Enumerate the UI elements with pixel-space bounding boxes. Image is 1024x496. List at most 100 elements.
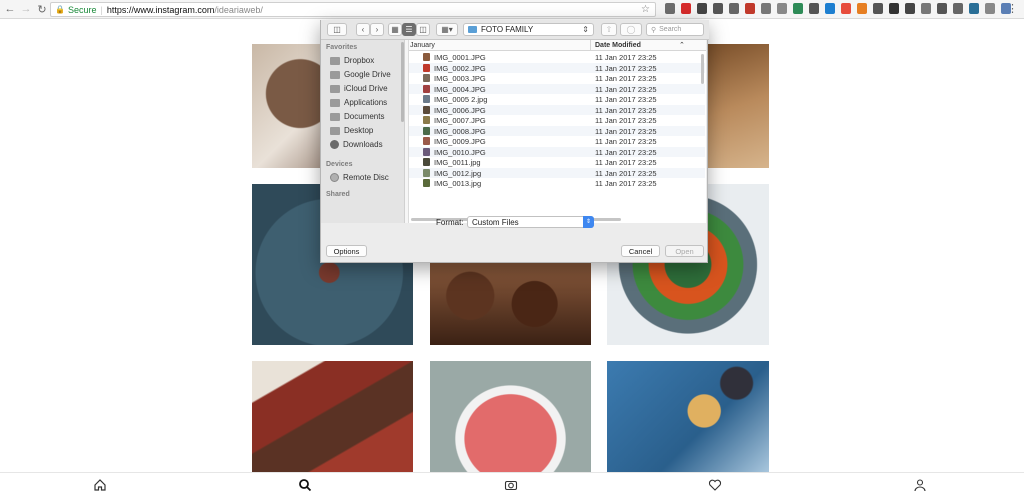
list-view-icon[interactable]: ☰	[402, 23, 416, 36]
extension-icon[interactable]	[665, 3, 675, 14]
pinterest-icon[interactable]	[681, 3, 691, 14]
file-list-row[interactable]: IMG_0005 2.jpg 11 Jan 2017 23:25	[409, 94, 705, 105]
sidebar-section-favorites: Favorites	[326, 44, 358, 51]
file-list-vertical-scrollbar[interactable]	[701, 54, 704, 84]
forward-icon[interactable]: ›	[370, 23, 384, 36]
photo-tile[interactable]	[430, 361, 591, 472]
open-button[interactable]: Open	[665, 245, 704, 257]
format-select[interactable]: Custom Files ⇕	[467, 216, 594, 228]
photo-tile[interactable]	[707, 44, 769, 168]
file-list-row[interactable]: IMG_0002.JPG 11 Jan 2017 23:25	[409, 62, 705, 73]
share-icon[interactable]: ⇧	[601, 23, 617, 36]
extension-icon[interactable]	[969, 3, 979, 14]
extension-icon[interactable]	[937, 3, 947, 14]
file-date-modified: 11 Jan 2017 23:25	[595, 95, 657, 104]
reload-icon[interactable]: ↻	[36, 3, 48, 16]
file-date-modified: 11 Jan 2017 23:25	[595, 116, 657, 125]
sidebar-section-shared: Shared	[326, 191, 350, 198]
sidebar-item-label: Documents	[344, 112, 385, 121]
file-list-row[interactable]: IMG_0007.JPG 11 Jan 2017 23:25	[409, 115, 705, 126]
file-date-modified: 11 Jan 2017 23:25	[595, 84, 657, 94]
file-date-modified: 11 Jan 2017 23:25	[595, 105, 657, 115]
file-list-row[interactable]: IMG_0001.JPG 11 Jan 2017 23:25	[409, 52, 705, 63]
folder-icon	[468, 26, 477, 33]
url-host: https://www.instagram.com	[106, 4, 215, 15]
icon-view-icon[interactable]: ▦	[388, 23, 402, 36]
group-menu-icon[interactable]: ▦▾	[436, 23, 458, 36]
file-name: IMG_0010.JPG	[434, 147, 486, 157]
column-view-icon[interactable]: ◫	[416, 23, 430, 36]
photo-tile[interactable]	[430, 263, 591, 345]
sidebar-item-dropbox[interactable]: Dropbox	[330, 54, 374, 67]
address-bar[interactable]: 🔒 Secure | https://www.instagram.com /id…	[50, 2, 656, 17]
tag-icon[interactable]: ◯	[620, 23, 642, 36]
extension-icon[interactable]	[761, 3, 771, 14]
forward-icon[interactable]: →	[20, 3, 32, 15]
search-input[interactable]: ⚲ Search	[646, 23, 704, 36]
sidebar-scrollbar[interactable]	[401, 42, 404, 122]
file-list-row[interactable]: IMG_0003.JPG 11 Jan 2017 23:25	[409, 73, 705, 84]
dialog-sidebar: Favorites Dropbox Google Drive iCloud Dr…	[321, 40, 405, 223]
extension-icon[interactable]	[713, 3, 723, 14]
file-list-row[interactable]: IMG_0011.jpg 11 Jan 2017 23:25	[409, 157, 705, 168]
back-icon[interactable]: ←	[4, 3, 16, 15]
bookmark-star-icon[interactable]: ☆	[641, 4, 650, 15]
date-column-header[interactable]: Date Modified	[595, 42, 641, 49]
options-button[interactable]: Options	[326, 245, 367, 257]
extension-icon[interactable]	[777, 3, 787, 14]
format-label: Format:	[436, 218, 464, 227]
cancel-button[interactable]: Cancel	[621, 245, 660, 257]
browser-menu-icon[interactable]: ⋮	[1007, 2, 1018, 15]
file-name: IMG_0003.JPG	[434, 74, 486, 83]
extension-icon[interactable]	[745, 3, 755, 14]
sidebar-item-label: Desktop	[344, 126, 374, 135]
sidebar-item-google-drive[interactable]: Google Drive	[330, 68, 391, 81]
image-thumbnail-icon	[423, 179, 430, 187]
file-list-row[interactable]: IMG_0004.JPG 11 Jan 2017 23:25	[409, 83, 705, 94]
search-icon[interactable]	[297, 477, 313, 493]
name-column-header[interactable]: January	[410, 42, 435, 49]
camera-icon[interactable]	[503, 477, 519, 493]
url-separator: |	[100, 4, 103, 15]
sidebar-item-icloud-drive[interactable]: iCloud Drive	[330, 82, 388, 95]
sidebar-item-remote-disc[interactable]: Remote Disc	[330, 171, 389, 184]
sidebar-item-documents[interactable]: Documents	[330, 110, 384, 123]
extension-icon[interactable]	[921, 3, 931, 14]
extension-icon[interactable]	[841, 3, 851, 14]
extension-icon[interactable]	[905, 3, 915, 14]
extension-icon[interactable]	[985, 3, 995, 14]
file-list-row[interactable]: IMG_0010.JPG 11 Jan 2017 23:25	[409, 146, 705, 157]
folder-location-select[interactable]: FOTO FAMILY ⇕	[463, 23, 594, 36]
sidebar-item-label: Dropbox	[344, 56, 375, 65]
extension-icon[interactable]	[729, 3, 739, 14]
profile-icon[interactable]	[912, 477, 928, 493]
file-date-modified: 11 Jan 2017 23:25	[595, 126, 657, 136]
extension-icon[interactable]	[857, 3, 867, 14]
image-thumbnail-icon	[423, 116, 430, 124]
extension-icon[interactable]	[809, 3, 819, 14]
extension-icon[interactable]	[697, 3, 707, 14]
file-list-row[interactable]: IMG_0008.JPG 11 Jan 2017 23:25	[409, 125, 705, 136]
format-value: Custom Files	[472, 217, 519, 227]
sidebar-item-downloads[interactable]: Downloads	[330, 138, 383, 151]
file-name: IMG_0001.JPG	[434, 53, 486, 62]
home-icon[interactable]	[92, 477, 108, 493]
extension-icon[interactable]	[825, 3, 835, 14]
photo-tile[interactable]	[252, 361, 413, 472]
extension-icon[interactable]	[793, 3, 803, 14]
file-list-row[interactable]: IMG_0013.jpg 11 Jan 2017 23:25	[409, 178, 705, 189]
extension-icon[interactable]	[873, 3, 883, 14]
photo-tile[interactable]	[607, 361, 769, 472]
file-list-row[interactable]: IMG_0006.JPG 11 Jan 2017 23:25	[409, 104, 705, 115]
file-list-row[interactable]: IMG_0009.JPG 11 Jan 2017 23:25	[409, 136, 705, 147]
file-name: IMG_0006.JPG	[434, 105, 486, 115]
extension-icon[interactable]	[889, 3, 899, 14]
back-icon[interactable]: ‹	[356, 23, 370, 36]
sidebar-item-applications[interactable]: Applications	[330, 96, 387, 109]
sidebar-item-desktop[interactable]: Desktop	[330, 124, 373, 137]
file-name: IMG_0004.JPG	[434, 84, 486, 94]
heart-icon[interactable]	[707, 477, 723, 493]
file-list-row[interactable]: IMG_0012.jpg 11 Jan 2017 23:25	[409, 167, 705, 178]
extension-icon[interactable]	[953, 3, 963, 14]
sidebar-toggle-icon[interactable]: ◫	[327, 23, 347, 36]
